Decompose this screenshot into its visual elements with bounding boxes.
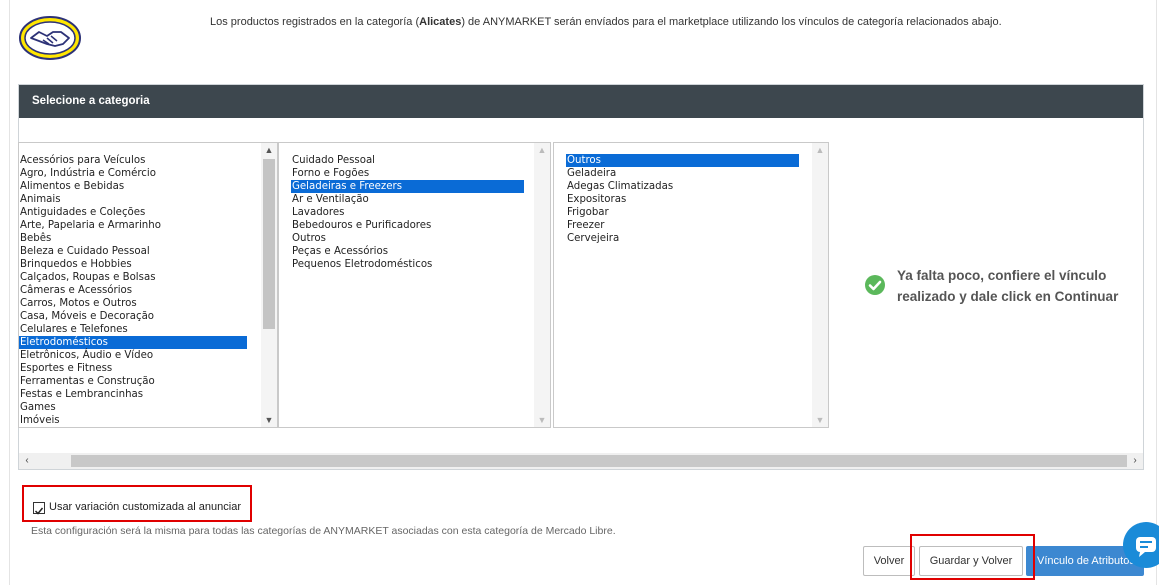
scroll-down-arrow[interactable]: ▼ (534, 413, 550, 427)
list-option[interactable]: Festas e Lembrancinhas (19, 388, 247, 401)
category-panel: Selecione a categoria Acessórios para Ve… (18, 84, 1144, 470)
variation-option: Usar variación customizada al anunciar (22, 485, 252, 522)
intro-text: Los productos registrados en la categorí… (210, 16, 1002, 28)
list-option[interactable]: Cuidado Pessoal (291, 154, 524, 167)
list-option[interactable]: Brinquedos e Hobbies (19, 258, 247, 271)
panel-title: Selecione a categoria (19, 85, 1143, 118)
list-option[interactable]: Peças e Acessórios (291, 245, 524, 258)
list-option[interactable]: Bebedouros e Purificadores (291, 219, 524, 232)
scroll-down-arrow[interactable]: ▼ (261, 413, 277, 427)
list-option[interactable]: Games (19, 401, 247, 414)
horizontal-scrollbar[interactable]: ‹ › (19, 453, 1143, 469)
list-option[interactable]: Arte, Papelaria e Armarinho (19, 219, 247, 232)
list-option[interactable]: Outros (566, 154, 799, 167)
list-option[interactable]: Ferramentas e Construção (19, 375, 247, 388)
list-option[interactable]: Cervejeira (566, 232, 799, 245)
list-scrollbar[interactable]: ▲ ▼ (261, 143, 277, 427)
volver-button[interactable]: Volver (863, 546, 915, 576)
list-option[interactable]: Bebês (19, 232, 247, 245)
notice-text: Ya falta poco, confiere el vínculo reali… (897, 268, 1119, 304)
category-list-level-3[interactable]: Outros Geladeira Adegas Climatizadas Exposi… (553, 142, 829, 428)
list-option[interactable]: Alimentos e Bebidas (19, 180, 247, 193)
list-option[interactable]: Carros, Motos e Outros (19, 297, 247, 310)
variation-checkbox[interactable] (33, 502, 45, 515)
list-option[interactable]: Casa, Móveis e Decoração (19, 310, 247, 323)
list-option[interactable]: Geladeira (566, 167, 799, 180)
list-option[interactable]: Ar e Ventilação (291, 193, 524, 206)
list-option[interactable]: Adegas Climatizadas (566, 180, 799, 193)
list-option[interactable]: Celulares e Telefones (19, 323, 247, 336)
list-option[interactable]: Calçados, Roupas e Bolsas (19, 271, 247, 284)
list-option[interactable]: Eletrodomésticos (19, 336, 247, 349)
check-circle-icon (865, 275, 885, 295)
list-option[interactable]: Forno e Fogões (291, 167, 524, 180)
scrollbar-thumb[interactable] (71, 455, 1127, 467)
chat-bubble-icon[interactable] (1123, 522, 1159, 568)
config-note: Esta configuración será la misma para to… (31, 525, 616, 537)
list-option[interactable]: Geladeiras e Freezers (291, 180, 524, 193)
category-list-level-2[interactable]: Cuidado Pessoal Forno e Fogões Geladeiras … (278, 142, 551, 428)
list-option[interactable]: Frigobar (566, 206, 799, 219)
scroll-down-arrow[interactable]: ▼ (812, 413, 828, 427)
list-option[interactable]: Freezer (566, 219, 799, 232)
list-scrollbar[interactable]: ▲ ▼ (534, 143, 550, 427)
list-option[interactable]: Eletrônicos, Áudio e Vídeo (19, 349, 247, 362)
list-option[interactable]: Câmeras e Acessórios (19, 284, 247, 297)
scroll-up-arrow[interactable]: ▲ (534, 143, 550, 157)
list-scrollbar[interactable]: ▲ ▼ (812, 143, 828, 427)
list-option[interactable]: Imóveis (19, 414, 247, 427)
list-option[interactable]: Acessórios para Veículos (19, 154, 247, 167)
guardar-highlight-box (910, 534, 1035, 580)
list-option[interactable]: Agro, Indústria e Comércio (19, 167, 247, 180)
list-option[interactable]: Beleza e Cuidado Pessoal (19, 245, 247, 258)
list-option[interactable]: Expositoras (566, 193, 799, 206)
variation-label[interactable]: Usar variación customizada al anunciar (49, 501, 241, 513)
list-option[interactable]: Antiguidades e Coleções (19, 206, 247, 219)
scroll-up-arrow[interactable]: ▲ (812, 143, 828, 157)
scroll-left-arrow[interactable]: ‹ (19, 453, 35, 469)
list-option[interactable]: Esportes e Fitness (19, 362, 247, 375)
scroll-up-arrow[interactable]: ▲ (261, 143, 277, 157)
mercadolibre-logo (19, 16, 81, 60)
category-list-level-1[interactable]: Acessórios para Veículos Agro, Indústria … (18, 142, 278, 428)
list-option[interactable]: Lavadores (291, 206, 524, 219)
list-option[interactable]: Outros (291, 232, 524, 245)
list-option[interactable]: Animais (19, 193, 247, 206)
intro-category: Alicates (419, 16, 462, 28)
scroll-right-arrow[interactable]: › (1127, 453, 1143, 469)
list-option[interactable]: Pequenos Eletrodomésticos (291, 258, 524, 271)
